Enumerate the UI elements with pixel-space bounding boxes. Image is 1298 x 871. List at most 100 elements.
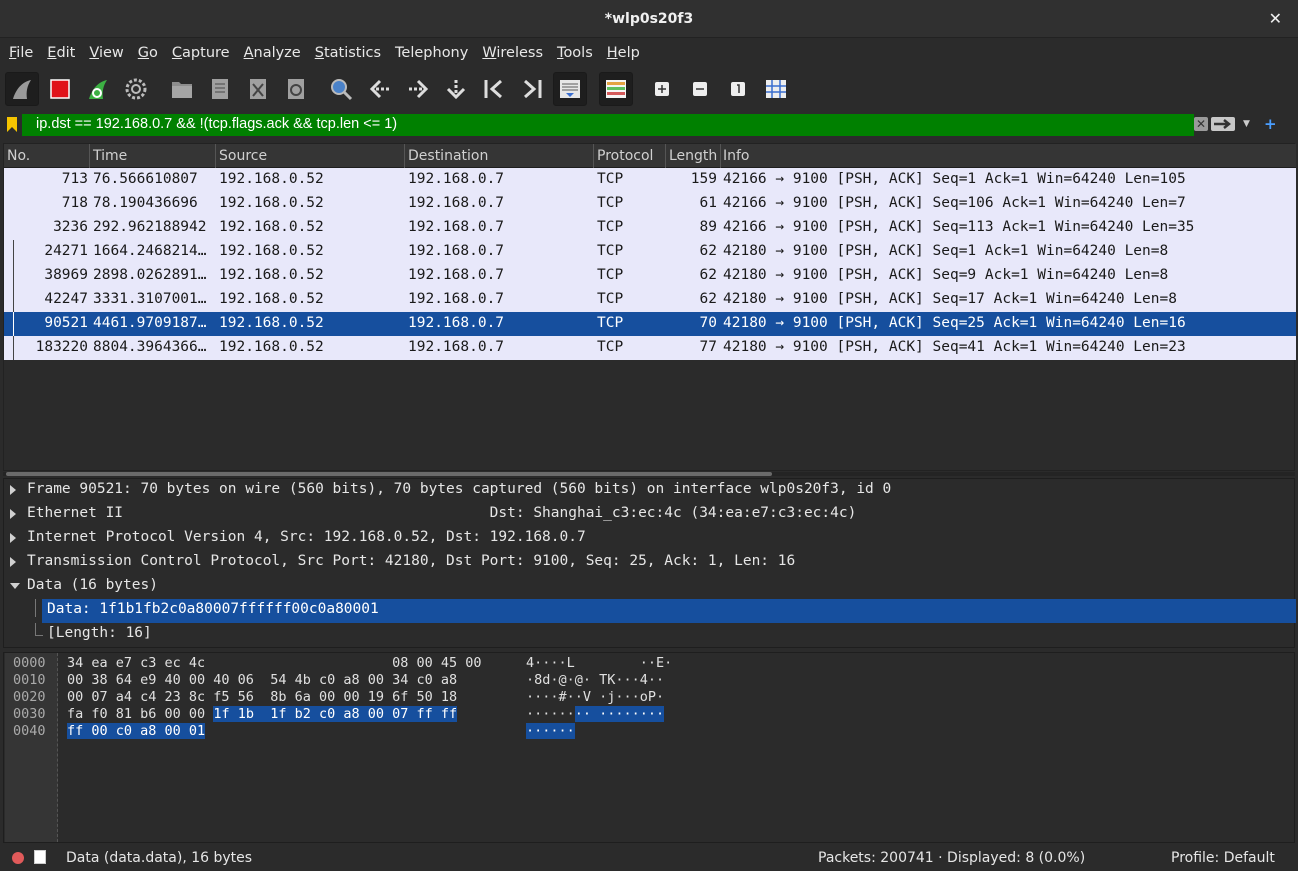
byte-hex[interactable]: 34 ea e7 c3 ec 4c 08 00 45 00: [67, 655, 482, 671]
byte-ascii[interactable]: ····#··V ·j···oP·: [526, 689, 664, 705]
detail-data[interactable]: Data (16 bytes): [4, 575, 1294, 599]
byte-offset: 0020: [13, 689, 46, 705]
cell-no: 3236: [53, 219, 88, 235]
byte-hex[interactable]: fa f0 81 b6 00 00 1f 1b 1f b2 c0 a8 00 0…: [67, 706, 458, 722]
menu-edit[interactable]: Edit: [40, 45, 82, 61]
cell-info: 42180 → 9100 [PSH, ACK] Seq=25 Ack=1 Win…: [723, 315, 1186, 331]
column-header-time[interactable]: Time: [93, 148, 127, 164]
column-header-no[interactable]: No.: [7, 148, 30, 164]
detail-frame[interactable]: Frame 90521: 70 bytes on wire (560 bits)…: [4, 479, 1294, 503]
clear-filter-icon[interactable]: ✕: [1194, 117, 1208, 131]
packet-row[interactable]: 3236 292.962188942 192.168.0.52 192.168.0.7…: [4, 216, 1296, 240]
byte-ascii[interactable]: 4····L ··E·: [526, 655, 672, 671]
find-packet-icon[interactable]: [324, 72, 358, 106]
detail-data-value[interactable]: Data: 1f1b1fb2c0a80007ffffff00c0a80001: [4, 599, 1296, 623]
go-forward-icon[interactable]: [401, 72, 435, 106]
byte-hex[interactable]: ff 00 c0 a8 00 01: [67, 723, 206, 739]
save-file-icon[interactable]: [203, 72, 237, 106]
expand-arrow-icon[interactable]: [10, 533, 16, 543]
status-profile[interactable]: Profile: Default: [1171, 850, 1275, 866]
byte-row[interactable]: 0030 fa f0 81 b6 00 00 1f 1b 1f b2 c0 a8 …: [4, 705, 1294, 722]
resize-columns-icon[interactable]: [759, 72, 793, 106]
hex-bytes: fa f0 81 b6 00 00: [67, 706, 214, 722]
zoom-in-icon[interactable]: [645, 72, 679, 106]
column-header-source[interactable]: Source: [219, 148, 267, 164]
packet-row[interactable]: 42247 3331.3107001… 192.168.0.52 192.168.0.…: [4, 288, 1296, 312]
detail-ip[interactable]: Internet Protocol Version 4, Src: 192.16…: [4, 527, 1294, 551]
packet-row[interactable]: 90521 4461.9709187… 192.168.0.52 192.168.0.…: [4, 312, 1296, 336]
cell-dst: 192.168.0.7: [408, 219, 505, 235]
menu-capture[interactable]: Capture: [165, 45, 237, 61]
close-icon[interactable]: ✕: [1269, 9, 1282, 28]
menu-file[interactable]: File: [2, 45, 40, 61]
detail-tcp[interactable]: Transmission Control Protocol, Src Port:…: [4, 551, 1294, 575]
byte-hex[interactable]: 00 38 64 e9 40 00 40 06 54 4b c0 a8 00 3…: [67, 672, 457, 688]
capture-options-icon[interactable]: [119, 72, 153, 106]
bookmark-icon[interactable]: [7, 117, 17, 132]
byte-row[interactable]: 0010 00 38 64 e9 40 00 40 06 54 4b c0 a8 …: [4, 671, 1294, 688]
byte-hex[interactable]: 00 07 a4 c4 23 8c f5 56 8b 6a 00 00 19 6…: [67, 689, 457, 705]
close-file-icon[interactable]: [241, 72, 275, 106]
byte-row[interactable]: 0020 00 07 a4 c4 23 8c f5 56 8b 6a 00 00 …: [4, 688, 1294, 705]
zoom-out-icon[interactable]: [683, 72, 717, 106]
column-header-protocol[interactable]: Protocol: [597, 148, 653, 164]
colorize-icon[interactable]: [599, 72, 633, 106]
byte-offset: 0000: [13, 655, 46, 671]
first-packet-icon[interactable]: [477, 72, 511, 106]
detail-ethernet[interactable]: Ethernet II Dst: Shanghai_c3:ec:4c (34:e…: [4, 503, 1294, 527]
byte-row[interactable]: 0040 ff 00 c0 a8 00 01 ······: [4, 722, 1294, 739]
byte-ascii[interactable]: ········ ········: [526, 706, 665, 722]
display-filter-input[interactable]: ip.dst == 192.168.0.7 && !(tcp.flags.ack…: [22, 114, 1194, 136]
status-bar: Data (data.data), 16 bytes Packets: 2007…: [0, 845, 1298, 871]
packet-row[interactable]: 183220 8804.3964366… 192.168.0.52 192.168.0…: [4, 336, 1296, 360]
column-header-length[interactable]: Length: [669, 148, 717, 164]
packet-row[interactable]: 38969 2898.0262891… 192.168.0.52 192.168.0.…: [4, 264, 1296, 288]
last-packet-icon[interactable]: [515, 72, 549, 106]
cell-src: 192.168.0.52: [219, 219, 324, 235]
packet-list-hscrollbar[interactable]: [3, 472, 1295, 476]
capture-comment-icon[interactable]: [34, 850, 46, 864]
byte-ascii[interactable]: ······: [526, 723, 575, 739]
stop-capture-icon[interactable]: [43, 72, 77, 106]
menu-view[interactable]: View: [82, 45, 130, 61]
packet-row[interactable]: 24271 1664.2468214… 192.168.0.52 192.168.0.…: [4, 240, 1296, 264]
expert-info-icon[interactable]: [12, 852, 24, 864]
column-header-destination[interactable]: Destination: [408, 148, 488, 164]
scrollbar-thumb[interactable]: [6, 472, 772, 476]
detail-data-length[interactable]: [Length: 16]: [4, 623, 1294, 647]
cell-time: 292.962188942: [93, 219, 207, 235]
shark-fin-icon[interactable]: [5, 72, 39, 106]
expand-arrow-icon[interactable]: [10, 509, 16, 519]
autoscroll-icon[interactable]: [553, 72, 587, 106]
go-back-icon[interactable]: [363, 72, 397, 106]
go-to-packet-icon[interactable]: [439, 72, 473, 106]
menu-tools[interactable]: Tools: [550, 45, 600, 61]
restart-capture-icon[interactable]: [81, 72, 115, 106]
menu-analyze[interactable]: Analyze: [237, 45, 308, 61]
open-file-icon[interactable]: [165, 72, 199, 106]
menu-help[interactable]: Help: [600, 45, 647, 61]
packet-row[interactable]: 713 76.566610807 192.168.0.52 192.168.0.7 TC…: [4, 168, 1296, 192]
hex-bytes: 00 38 64 e9 40 00 40 06 54 4b c0 a8 00 3…: [67, 672, 458, 688]
packet-list-empty-area: [4, 360, 1294, 470]
expand-arrow-icon[interactable]: [10, 557, 16, 567]
column-header-info[interactable]: Info: [723, 148, 750, 164]
menu-statistics[interactable]: Statistics: [308, 45, 388, 61]
display-filter-text: ip.dst == 192.168.0.7 && !(tcp.flags.ack…: [36, 116, 398, 132]
byte-ascii[interactable]: ·8d·@·@· TK···4··: [526, 672, 664, 688]
menu-wireless[interactable]: Wireless: [475, 45, 550, 61]
collapse-arrow-icon[interactable]: [10, 583, 20, 589]
display-filter-bar: ip.dst == 192.168.0.7 && !(tcp.flags.ack…: [0, 113, 1298, 137]
apply-filter-button[interactable]: [1211, 117, 1235, 131]
menu-telephony[interactable]: Telephony: [388, 45, 475, 61]
packet-row[interactable]: 718 78.190436696 192.168.0.52 192.168.0.7 TC…: [4, 192, 1296, 216]
status-packet-count[interactable]: Packets: 200741 · Displayed: 8 (0.0%): [818, 850, 1085, 866]
add-filter-button-icon[interactable]: +: [1264, 115, 1277, 133]
cell-proto: TCP: [597, 291, 624, 307]
byte-row[interactable]: 0000 34 ea e7 c3 ec 4c 08 00 45 00 4····L …: [4, 654, 1294, 671]
filter-history-dropdown-icon[interactable]: ▼: [1243, 119, 1250, 129]
reload-file-icon[interactable]: [279, 72, 313, 106]
normal-size-icon[interactable]: [721, 72, 755, 106]
menu-go[interactable]: Go: [131, 45, 165, 61]
expand-arrow-icon[interactable]: [10, 485, 16, 495]
